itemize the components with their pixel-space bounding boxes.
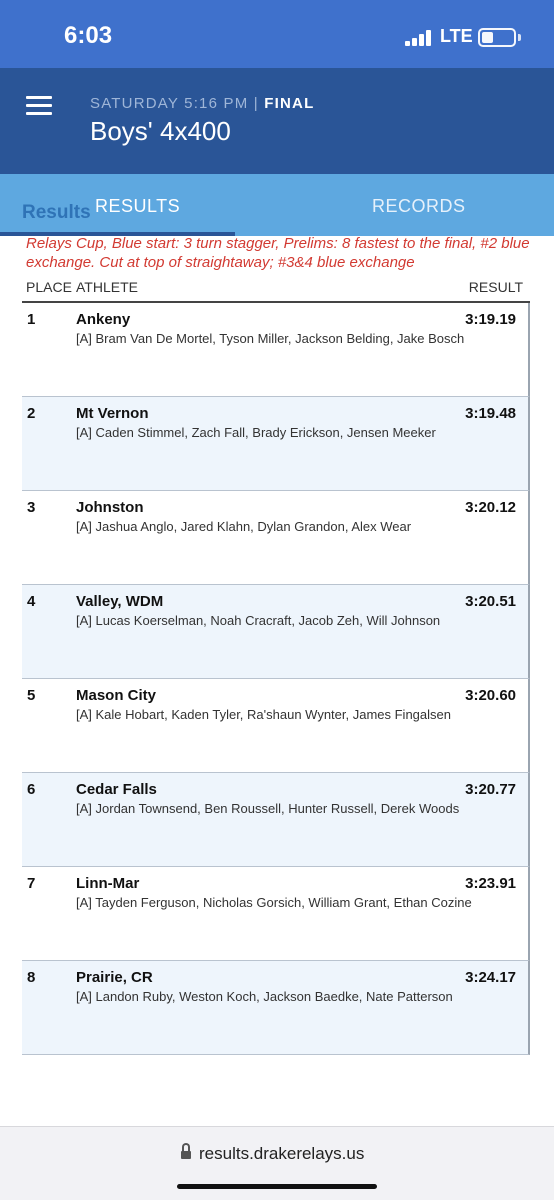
row-athletes: [A] Lucas Koerselman, Noah Cracraft, Jac… — [76, 613, 441, 628]
event-note: Relays Cup, Blue start: 3 turn stagger, … — [26, 235, 530, 271]
app-header: SATURDAY 5:16 PM | FINAL Boys' 4x400 — [0, 68, 554, 174]
row-team[interactable]: Cedar Falls — [76, 781, 157, 798]
subtitle-separator: | — [253, 95, 259, 112]
table-row[interactable]: 8 Prairie, CR [A] Landon Ruby, Weston Ko… — [22, 961, 530, 1055]
home-indicator[interactable] — [177, 1184, 377, 1189]
row-team[interactable]: Johnston — [76, 499, 144, 516]
row-result: 3:19.48 — [465, 405, 516, 422]
row-athletes: [A] Caden Stimmel, Zach Fall, Brady Eric… — [76, 425, 436, 440]
row-place: 6 — [27, 781, 36, 798]
page-title: Boys' 4x400 — [90, 116, 231, 146]
row-result: 3:24.17 — [465, 969, 516, 986]
tab-records[interactable]: RECORDS — [372, 196, 466, 217]
row-athletes: [A] Jordan Townsend, Ben Roussell, Hunte… — [76, 801, 460, 816]
row-team[interactable]: Prairie, CR — [76, 969, 153, 986]
row-result: 3:20.60 — [465, 687, 516, 704]
row-athletes: [A] Bram Van De Mortel, Tyson Miller, Ja… — [76, 331, 465, 346]
row-team[interactable]: Mt Vernon — [76, 405, 149, 422]
status-bar: 6:03 LTE — [0, 0, 554, 68]
row-result: 3:20.12 — [465, 499, 516, 516]
table-row[interactable]: 1 Ankeny [A] Bram Van De Mortel, Tyson M… — [22, 303, 530, 397]
table-row[interactable]: 5 Mason City [A] Kale Hobart, Kaden Tyle… — [22, 679, 530, 773]
row-place: 1 — [27, 311, 36, 328]
table-row[interactable]: 2 Mt Vernon [A] Caden Stimmel, Zach Fall… — [22, 397, 530, 491]
table-header: PLACE ATHLETE RESULT — [26, 279, 526, 301]
row-place: 7 — [27, 875, 36, 892]
table-row[interactable]: 3 Johnston [A] Jashua Anglo, Jared Klahn… — [22, 491, 530, 585]
row-athletes: [A] Jashua Anglo, Jared Klahn, Dylan Gra… — [76, 519, 412, 534]
tabs-ghost-label: Results — [22, 202, 91, 223]
row-athletes: [A] Landon Ruby, Weston Koch, Jackson Ba… — [76, 989, 453, 1004]
column-result: RESULT — [468, 279, 523, 295]
status-time: 6:03 — [64, 22, 113, 49]
column-athlete: ATHLETE — [76, 279, 138, 295]
row-team[interactable]: Ankeny — [76, 311, 130, 328]
row-team[interactable]: Linn-Mar — [76, 875, 139, 892]
tab-results[interactable]: RESULTS — [95, 196, 180, 217]
row-place: 8 — [27, 969, 36, 986]
battery-tip — [518, 34, 521, 41]
column-place: PLACE — [26, 279, 72, 295]
event-day-time: SATURDAY 5:16 PM — [90, 95, 249, 112]
row-result: 3:20.51 — [465, 593, 516, 610]
lock-icon — [181, 1143, 191, 1161]
row-place: 4 — [27, 593, 36, 610]
table-row[interactable]: 4 Valley, WDM [A] Lucas Koerselman, Noah… — [22, 585, 530, 679]
row-place: 3 — [27, 499, 36, 516]
row-team[interactable]: Valley, WDM — [76, 593, 163, 610]
cellular-signal-icon — [405, 30, 431, 46]
network-type: LTE — [440, 26, 473, 46]
row-result: 3:23.91 — [465, 875, 516, 892]
row-place: 2 — [27, 405, 36, 422]
hamburger-menu-icon[interactable] — [26, 96, 54, 116]
battery-icon — [478, 28, 516, 47]
row-athletes: [A] Tayden Ferguson, Nicholas Gorsich, W… — [76, 895, 472, 910]
row-result: 3:20.77 — [465, 781, 516, 798]
url-text[interactable]: results.drakerelays.us — [199, 1144, 364, 1164]
row-team[interactable]: Mason City — [76, 687, 156, 704]
row-result: 3:19.19 — [465, 311, 516, 328]
table-row[interactable]: 6 Cedar Falls [A] Jordan Townsend, Ben R… — [22, 773, 530, 867]
row-place: 5 — [27, 687, 36, 704]
event-status: FINAL — [264, 95, 315, 112]
row-athletes: [A] Kale Hobart, Kaden Tyler, Ra'shaun W… — [76, 707, 451, 722]
event-subtitle: SATURDAY 5:16 PM | FINAL — [90, 95, 314, 112]
tab-bar: Results RESULTS RECORDS — [0, 174, 554, 236]
table-row[interactable]: 7 Linn-Mar [A] Tayden Ferguson, Nicholas… — [22, 867, 530, 961]
results-table: 1 Ankeny [A] Bram Van De Mortel, Tyson M… — [22, 303, 530, 1055]
